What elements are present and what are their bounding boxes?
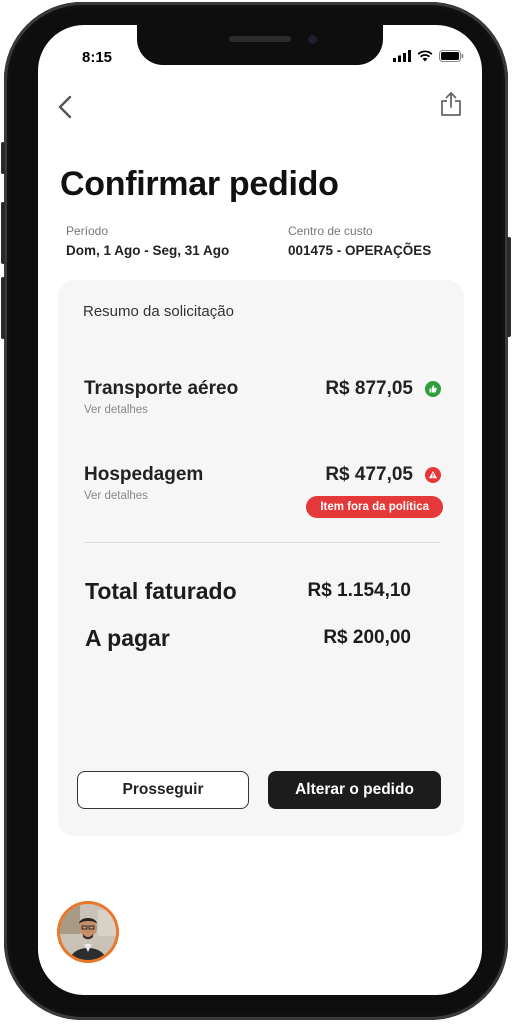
wifi-icon: [417, 50, 433, 62]
power-button: [507, 237, 511, 337]
policy-warning-badge: Item fora da política: [306, 496, 443, 518]
warning-icon: [429, 471, 437, 479]
item-name: Transporte aéreo: [84, 378, 239, 399]
page-title: Confirmar pedido: [60, 165, 339, 203]
request-summary-card: Resumo da solicitação Transporte aéreo V…: [58, 280, 464, 836]
status-icons: [393, 50, 464, 62]
notch: [137, 25, 383, 65]
avatar[interactable]: [57, 901, 119, 963]
period-value: Dom, 1 Ago - Seg, 31 Ago: [66, 243, 230, 258]
period-label: Período: [66, 224, 109, 238]
mute-switch: [1, 142, 5, 174]
total-billed-label: Total faturado: [85, 578, 237, 604]
phone-frame: 8:15 Confirmar pedido Período Dom, 1 Ago…: [1, 2, 511, 1020]
view-details-link[interactable]: Ver detalhes: [84, 404, 148, 416]
total-billed-value: R$ 1.154,10: [307, 580, 411, 601]
volume-up-button: [1, 202, 5, 264]
screen: 8:15 Confirmar pedido Período Dom, 1 Ago…: [38, 25, 482, 995]
amount-due-value: R$ 200,00: [323, 627, 411, 648]
signal-icon: [393, 50, 411, 62]
divider: [84, 542, 440, 543]
thumbs-up-icon: [429, 385, 437, 393]
change-order-button[interactable]: Alterar o pedido: [268, 771, 441, 809]
volume-down-button: [1, 277, 5, 339]
chevron-left-icon: [58, 95, 72, 119]
back-button[interactable]: [58, 95, 72, 124]
status-time: 8:15: [82, 49, 113, 66]
status-warning-indicator: [425, 467, 441, 483]
item-price: R$ 477,05: [325, 464, 413, 485]
view-details-link[interactable]: Ver detalhes: [84, 490, 148, 502]
proceed-button[interactable]: Prosseguir: [77, 771, 249, 809]
battery-icon: [439, 50, 464, 62]
item-price: R$ 877,05: [325, 378, 413, 399]
speaker: [229, 36, 291, 42]
status-ok-indicator: [425, 381, 441, 397]
share-button[interactable]: [440, 91, 462, 122]
cost-center-value: 001475 - OPERAÇÕES: [288, 243, 432, 258]
share-icon: [441, 92, 461, 116]
avatar-photo: [60, 904, 116, 960]
item-name: Hospedagem: [84, 464, 204, 485]
amount-due-label: A pagar: [85, 625, 170, 651]
cost-center-label: Centro de custo: [288, 224, 373, 238]
front-camera: [308, 35, 317, 44]
summary-heading: Resumo da solicitação: [83, 303, 234, 320]
